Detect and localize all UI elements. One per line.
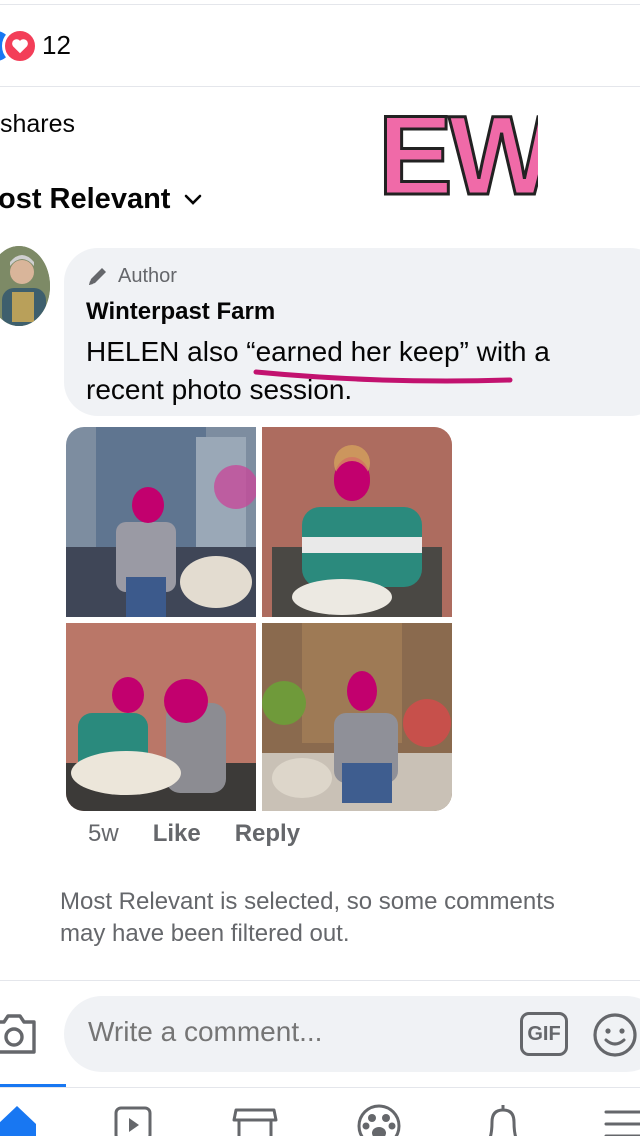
sticker-text: EW. <box>378 93 538 212</box>
notifications-icon[interactable] <box>478 1102 528 1136</box>
author-avatar[interactable] <box>0 246 50 326</box>
author-badge-label: Author <box>118 264 177 287</box>
photo-1[interactable] <box>66 427 256 617</box>
comment-photo-grid <box>66 427 452 811</box>
like-button[interactable]: Like <box>153 820 201 848</box>
marketplace-icon[interactable] <box>230 1102 280 1136</box>
comment-timestamp[interactable]: 5w <box>88 820 119 848</box>
groups-icon[interactable] <box>354 1102 404 1136</box>
comment-author-name[interactable]: Winterpast Farm <box>86 298 275 326</box>
camera-icon[interactable] <box>0 1010 38 1056</box>
comment-actions: 5w Like Reply <box>88 820 300 848</box>
reply-button[interactable]: Reply <box>235 820 300 848</box>
sort-label: ost Relevant <box>0 183 171 215</box>
ew-sticker: EW. <box>377 92 539 212</box>
photo-2[interactable] <box>262 427 452 617</box>
author-badge: Author <box>86 264 177 288</box>
photo-4[interactable] <box>262 623 452 811</box>
divider <box>0 86 640 87</box>
love-reaction-icon <box>2 28 38 64</box>
home-icon[interactable] <box>0 1102 42 1136</box>
gif-icon[interactable]: GIF <box>520 1012 568 1056</box>
nav-divider <box>0 1087 640 1088</box>
shares-count[interactable]: shares <box>0 110 75 139</box>
watch-icon[interactable] <box>108 1102 158 1136</box>
filter-notice: Most Relevant is selected, so some comme… <box>60 888 555 947</box>
chevron-down-icon <box>185 194 202 205</box>
comment-input[interactable] <box>88 1016 488 1048</box>
menu-icon[interactable] <box>600 1102 640 1136</box>
sort-selector[interactable]: ost Relevant <box>0 183 202 216</box>
top-divider <box>0 4 640 5</box>
highlight-underline <box>253 369 513 384</box>
reaction-count: 12 <box>42 30 71 60</box>
divider <box>0 980 640 981</box>
pencil-icon <box>89 268 106 285</box>
emoji-icon[interactable] <box>592 1012 638 1058</box>
photo-3[interactable] <box>66 623 256 811</box>
